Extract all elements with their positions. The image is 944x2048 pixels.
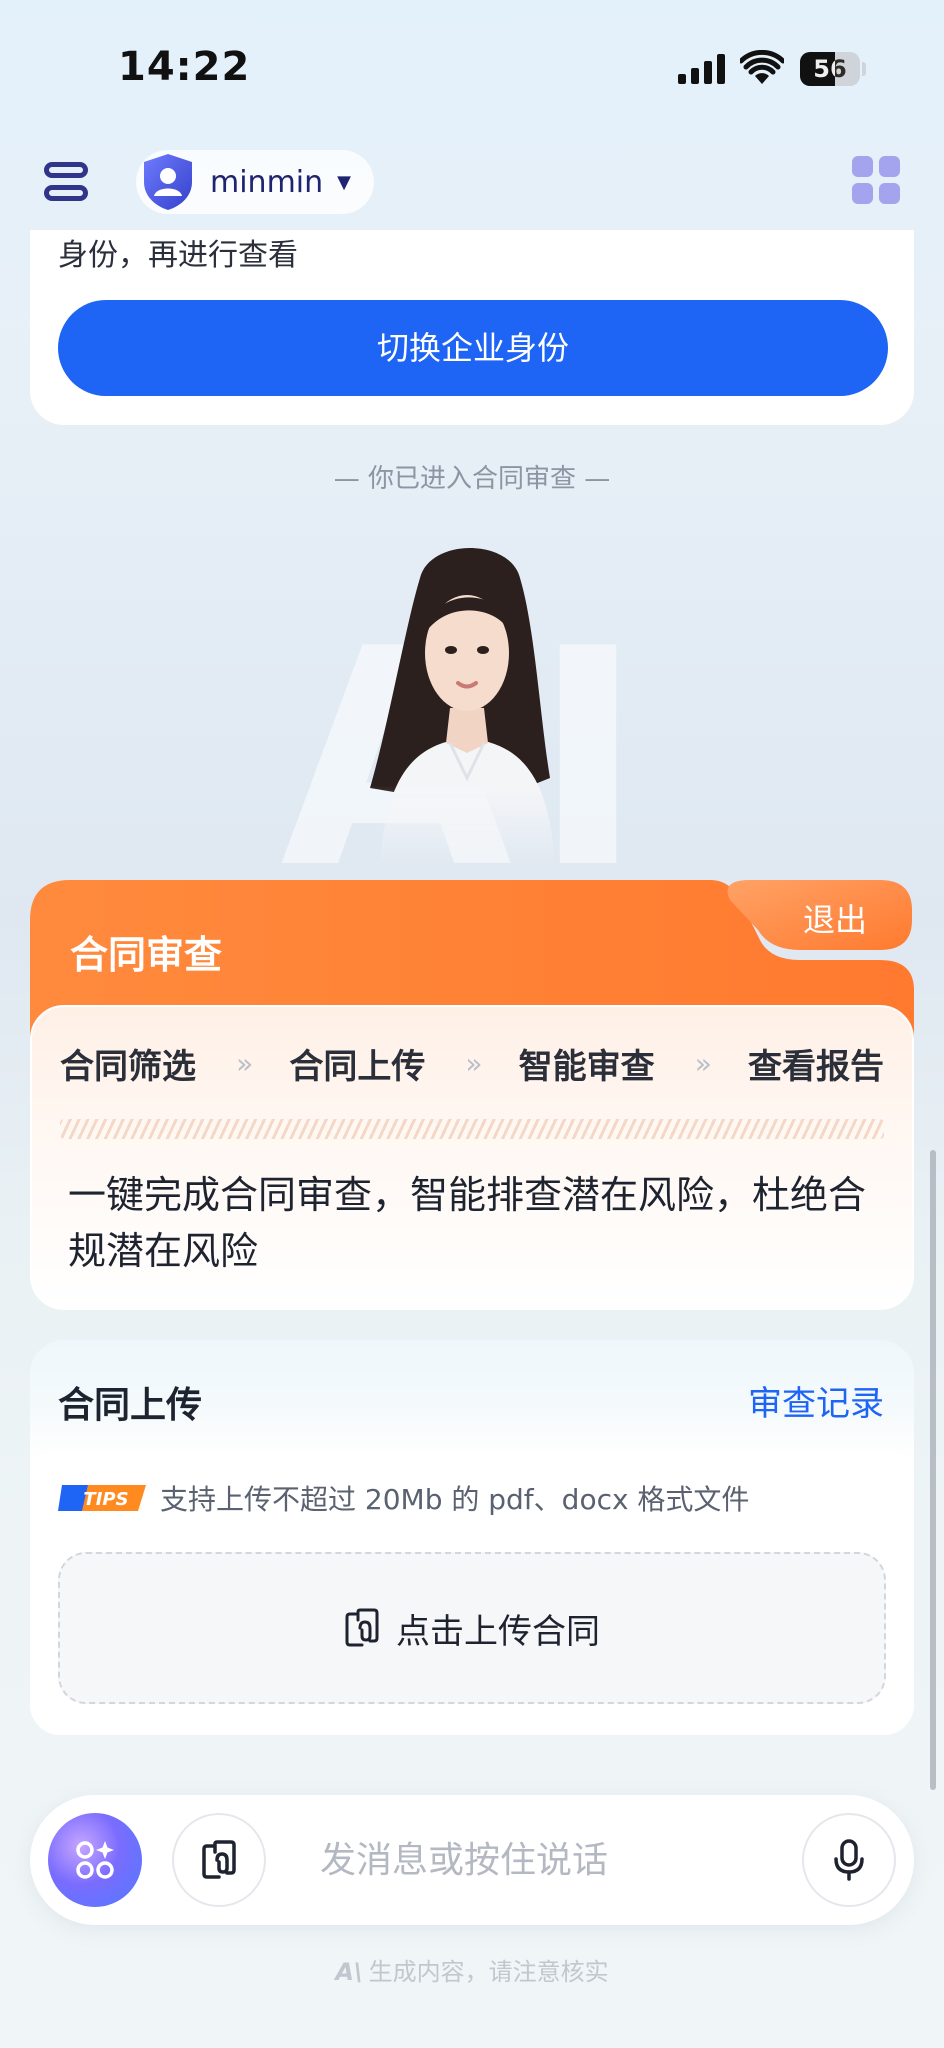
message-input[interactable] (320, 1825, 800, 1895)
switch-identity-button[interactable]: 切换企业身份 (58, 300, 888, 396)
step-separator-icon: » (465, 1047, 482, 1080)
disclaimer-text: 生成内容，请注意核实 (368, 1958, 609, 1986)
battery-tip (862, 62, 866, 76)
entered-notice: — 你已进入合同审查 — (333, 464, 611, 494)
ai-sparkle-icon[interactable] (48, 1813, 142, 1907)
step-upload: 合同上传 (289, 1047, 426, 1087)
tips-badge-text: TIPS (83, 1489, 128, 1510)
upload-contract-button[interactable]: 点击上传合同 (58, 1552, 886, 1704)
upload-card: 合同上传 审查记录 TIPS 支持上传不超过 20Mb 的 pdf、docx 格… (30, 1340, 914, 1735)
ai-disclaimer: A\ 生成内容，请注意核实 (0, 1952, 944, 1987)
message-bar (30, 1795, 914, 1925)
mic-button[interactable] (802, 1813, 896, 1907)
exit-button[interactable]: 退出 (760, 888, 910, 952)
account-switcher[interactable]: minmin ▼ (136, 150, 374, 214)
attach-icon (202, 1840, 236, 1879)
upload-title: 合同上传 (58, 1385, 203, 1426)
status-time: 14:22 (118, 44, 251, 90)
review-records-link[interactable]: 审查记录 (748, 1376, 884, 1425)
ai-logo-icon: A\ (335, 1958, 363, 1986)
identity-hint: 身份，再进行查看 (58, 238, 298, 273)
scrollbar[interactable] (930, 1150, 936, 1790)
apps-grid-icon[interactable] (852, 156, 900, 204)
step-separator-icon: » (694, 1047, 712, 1080)
shield-user-icon (144, 154, 192, 210)
module-description: 一键完成合同审查，智能排查潜在风险，杜绝合规潜在风险 (68, 1173, 867, 1273)
tips-text: 支持上传不超过 20Mb 的 pdf、docx 格式文件 (160, 1483, 750, 1516)
battery-icon: 56 (800, 52, 860, 86)
mic-icon (834, 1839, 864, 1881)
signal-icon (678, 52, 726, 84)
step-filter: 合同筛选 (60, 1047, 196, 1087)
caret-down-icon: ▼ (337, 171, 351, 193)
upload-button-label: 点击上传合同 (396, 1611, 600, 1652)
step-review: 智能审查 (518, 1047, 655, 1087)
battery-level: 56 (813, 55, 847, 83)
upload-panel: TIPS 支持上传不超过 20Mb 的 pdf、docx 格式文件 点击上传合同 (30, 1450, 914, 1735)
module-title: 合同审查 (70, 933, 223, 977)
menu-icon[interactable] (44, 160, 88, 204)
tips-badge: TIPS (58, 1485, 146, 1511)
username: minmin (210, 164, 324, 200)
tips-row: TIPS 支持上传不超过 20Mb 的 pdf、docx 格式文件 (58, 1478, 749, 1518)
identity-card: 身份，再进行查看 切换企业身份 (30, 230, 914, 425)
decorative-stripe (60, 1119, 884, 1139)
step-separator-icon: » (236, 1047, 253, 1080)
attach-icon (345, 1608, 379, 1647)
step-report: 查看报告 (747, 1047, 884, 1087)
attach-file-button[interactable] (172, 1813, 266, 1907)
steps-card: 合同筛选 » 合同上传 » 智能审查 » 查看报告 一键完成合同审查，智能排查潜… (30, 1005, 914, 1310)
process-steps: 合同筛选 » 合同上传 » 智能审查 » 查看报告 (60, 1039, 884, 1088)
wifi-icon (740, 50, 784, 84)
assistant-avatar (370, 548, 555, 868)
